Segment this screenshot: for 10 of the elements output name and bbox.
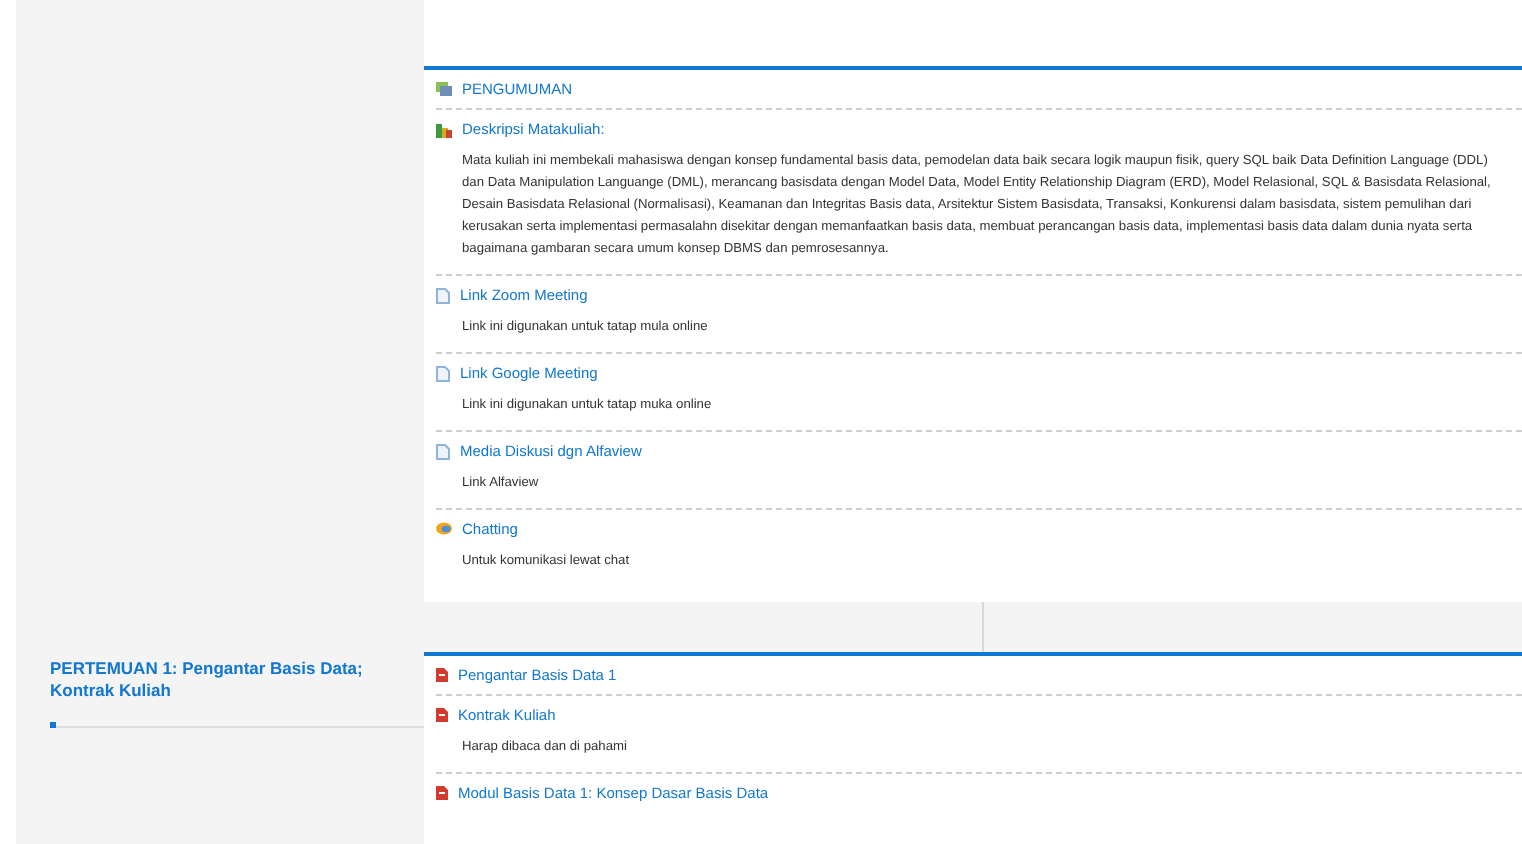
pdf-icon [436, 786, 448, 800]
chat-bubble-icon [436, 522, 452, 536]
document-icon [436, 365, 450, 381]
pdf-icon [436, 708, 448, 722]
document-icon [436, 287, 450, 303]
books-icon [436, 121, 452, 137]
pdf-icon [436, 668, 448, 682]
section-title[interactable]: PERTEMUAN 1: Pengantar Basis Data; Kontrak Kuliah [50, 652, 400, 702]
document-icon [436, 443, 450, 459]
forum-icon [436, 82, 452, 96]
